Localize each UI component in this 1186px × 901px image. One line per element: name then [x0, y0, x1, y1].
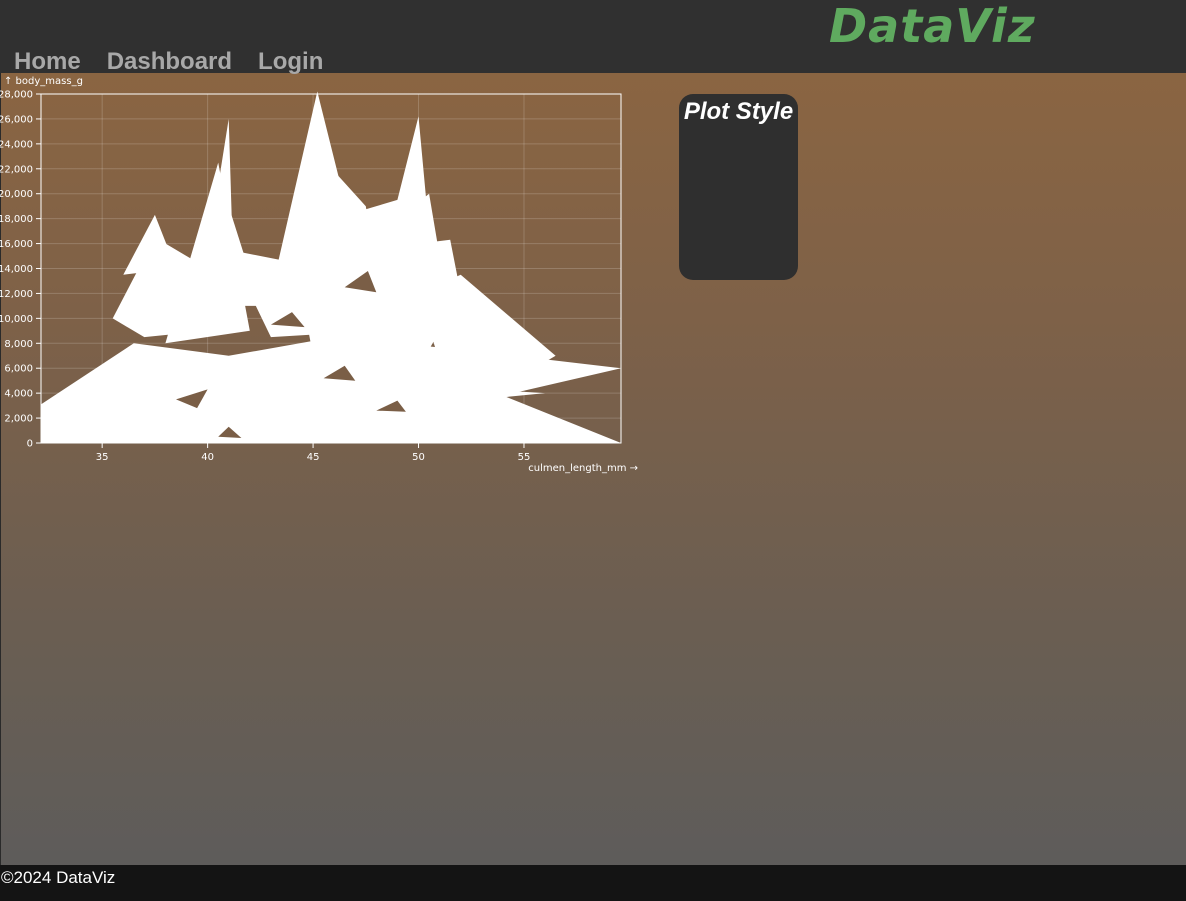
y-tick-label: 8,000 — [4, 339, 33, 350]
brand-logo[interactable]: DataViz — [829, 0, 1036, 52]
y-tick-label: 26,000 — [0, 114, 33, 125]
y-tick-label: 6,000 — [4, 364, 33, 375]
main-nav: Home Dashboard Login — [14, 48, 323, 76]
y-tick-label: 4,000 — [4, 389, 33, 400]
area-mark — [123, 214, 176, 275]
nav-dashboard-link[interactable]: Dashboard — [107, 48, 232, 76]
plot-style-panel: Plot Style — [679, 94, 798, 280]
y-tick-label: 16,000 — [0, 239, 33, 250]
x-tick-label: 40 — [201, 452, 214, 463]
x-tick-label: 50 — [412, 452, 425, 463]
footer: ©2024 DataViz — [0, 865, 1186, 901]
culmen-vs-mass-chart: 35 40 45 50 55 0 2,000 4,000 6,000 8,000 10,000 12,… — [0, 76, 638, 474]
x-tick-label: 35 — [96, 452, 109, 463]
x-axis-label: culmen_length_mm → — [528, 463, 638, 474]
plot-style-title: Plot Style — [683, 98, 794, 125]
y-tick-label: 0 — [27, 439, 33, 450]
y-tick-label: 28,000 — [0, 90, 33, 101]
copyright-text: ©2024 DataViz — [1, 868, 116, 887]
nav-login-link[interactable]: Login — [258, 48, 323, 76]
y-tick-label: 24,000 — [0, 139, 33, 150]
y-tick-label: 12,000 — [0, 289, 33, 300]
x-tick-label: 45 — [307, 452, 320, 463]
top-navbar: DataViz Home Dashboard Login — [0, 0, 1186, 76]
nav-home-link[interactable]: Home — [14, 48, 81, 76]
y-tick-label: 14,000 — [0, 264, 33, 275]
y-tick-label: 10,000 — [0, 314, 33, 325]
y-axis-label: ↑ body_mass_g — [4, 76, 83, 87]
y-tick-label: 22,000 — [0, 164, 33, 175]
y-tick-label: 2,000 — [4, 414, 33, 425]
y-tick-label: 18,000 — [0, 214, 33, 225]
x-tick-label: 55 — [518, 452, 531, 463]
y-tick-label: 20,000 — [0, 189, 33, 200]
